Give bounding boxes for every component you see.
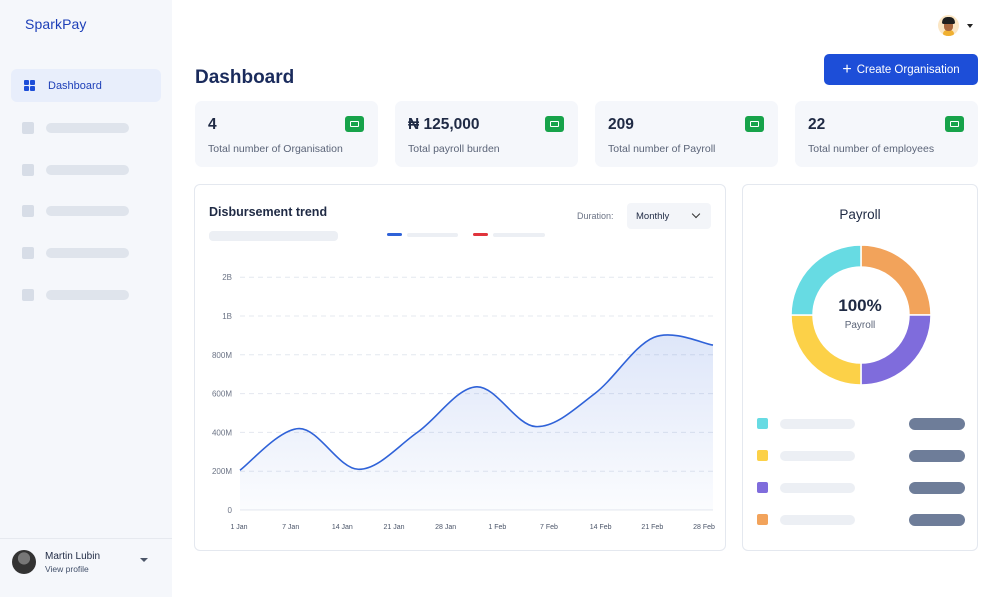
- y-tick-label: 2B: [222, 273, 232, 282]
- chart-title: Disbursement trend: [209, 205, 328, 219]
- duration-select[interactable]: Monthly: [627, 203, 711, 229]
- stat-value: 209: [608, 116, 634, 133]
- x-tick-label: 7 Jan: [282, 524, 299, 531]
- legend-swatch: [757, 514, 768, 525]
- page-title: Dashboard: [195, 67, 295, 88]
- legend-label-placeholder: [493, 233, 545, 237]
- legend-value-placeholder: [909, 418, 965, 430]
- duration-value: Monthly: [636, 211, 670, 222]
- placeholder-icon: [22, 122, 34, 134]
- x-tick-label: 7 Feb: [540, 524, 558, 531]
- y-tick-label: 0: [228, 506, 233, 515]
- sidebar-item-placeholder[interactable]: [22, 164, 130, 176]
- stat-value: ₦ 125,000: [408, 116, 480, 133]
- sidebar-item-label: Dashboard: [48, 79, 102, 92]
- stat-card-payroll-burden: ₦ 125,000 Total payroll burden: [395, 101, 578, 167]
- placeholder-icon: [22, 164, 34, 176]
- legend-swatch: [757, 418, 768, 429]
- stat-label: Total number of employees: [808, 143, 935, 155]
- profile-menu[interactable]: Martin Lubin View profile: [12, 549, 162, 577]
- briefcase-icon: [345, 116, 364, 132]
- legend-swatch-red: [473, 233, 488, 236]
- user-icon: [945, 116, 964, 132]
- y-tick-label: 200M: [212, 467, 232, 476]
- legend-item: [757, 482, 965, 494]
- dashboard-grid-icon: [24, 80, 35, 91]
- y-tick-label: 1B: [222, 312, 232, 321]
- legend-value-placeholder: [909, 450, 965, 462]
- legend-swatch: [757, 450, 768, 461]
- sidebar-item-dashboard[interactable]: Dashboard: [11, 69, 161, 102]
- legend-label-placeholder: [780, 515, 855, 525]
- document-icon: [745, 116, 764, 132]
- stat-card-employees: 22 Total number of employees: [795, 101, 978, 167]
- duration-label: Duration:: [577, 211, 614, 221]
- legend-label-placeholder: [780, 483, 855, 493]
- sidebar-item-placeholder[interactable]: [22, 205, 130, 217]
- y-tick-label: 400M: [212, 428, 232, 437]
- x-tick-label: 14 Jan: [332, 524, 353, 531]
- legend-item: [757, 514, 965, 526]
- x-tick-label: 1 Feb: [488, 524, 506, 531]
- legend-value-placeholder: [909, 514, 965, 526]
- create-organisation-label: Create Organisation: [856, 63, 960, 76]
- y-tick-label: 800M: [212, 351, 232, 360]
- legend-swatch-blue: [387, 233, 402, 236]
- legend-label-placeholder: [780, 419, 855, 429]
- placeholder-icon: [22, 205, 34, 217]
- sidebar-item-placeholder[interactable]: [22, 247, 130, 259]
- placeholder-label: [46, 165, 129, 175]
- placeholder-icon: [22, 247, 34, 259]
- placeholder-label: [46, 290, 129, 300]
- profile-name: Martin Lubin: [45, 551, 101, 562]
- sidebar-divider: [0, 538, 172, 539]
- avatar-hair: [942, 17, 955, 24]
- x-tick-label: 28 Jan: [435, 524, 456, 531]
- placeholder-label: [46, 206, 129, 216]
- legend-item: [757, 450, 965, 462]
- legend-value-placeholder: [909, 482, 965, 494]
- stat-label: Total payroll burden: [408, 143, 500, 155]
- stat-label: Total number of Payroll: [608, 143, 716, 155]
- plus-icon: +: [842, 60, 852, 78]
- legend-label-placeholder: [780, 451, 855, 461]
- x-tick-label: 1 Jan: [230, 524, 247, 531]
- user-avatar[interactable]: [938, 15, 959, 36]
- chevron-down-icon: [691, 209, 701, 219]
- placeholder-icon: [22, 289, 34, 301]
- legend-swatch: [757, 482, 768, 493]
- placeholder-label: [46, 248, 129, 258]
- avatar: [12, 550, 36, 574]
- x-tick-label: 21 Jan: [383, 524, 404, 531]
- stat-value: 4: [208, 116, 217, 133]
- x-tick-label: 28 Feb: [693, 524, 715, 531]
- chart-subtitle-placeholder: [209, 231, 338, 241]
- chevron-down-icon[interactable]: [140, 558, 148, 562]
- sidebar-item-placeholder[interactable]: [22, 289, 130, 301]
- x-tick-label: 14 Feb: [590, 524, 612, 531]
- chevron-down-icon[interactable]: [967, 24, 973, 28]
- legend-label-placeholder: [407, 233, 458, 237]
- sidebar: SparkPay Dashboard Martin Lubin View pro…: [0, 0, 172, 597]
- stat-card-organisations: 4 Total number of Organisation: [195, 101, 378, 167]
- disbursement-trend-panel: 0 200M 400M 600M 800M 1B 2B 1 Jan 7 Jan 14 Jan 21 …: [194, 184, 726, 551]
- create-organisation-button[interactable]: + Create Organisation: [824, 54, 978, 85]
- sidebar-item-placeholder[interactable]: [22, 122, 130, 134]
- y-tick-label: 600M: [212, 390, 232, 399]
- x-tick-label: 21 Feb: [641, 524, 663, 531]
- stat-label: Total number of Organisation: [208, 143, 343, 155]
- donut-center-value: 100%: [838, 296, 882, 315]
- stat-card-payroll-count: 209 Total number of Payroll: [595, 101, 778, 167]
- app-logo[interactable]: SparkPay: [25, 16, 87, 32]
- series-area: [240, 334, 713, 510]
- placeholder-label: [46, 123, 129, 133]
- legend-item: [757, 418, 965, 430]
- donut-center-label: Payroll: [844, 320, 876, 331]
- payroll-panel: Payroll 100% Payroll: [742, 184, 978, 551]
- payroll-donut-chart: [790, 244, 932, 385]
- stat-value: 22: [808, 116, 826, 133]
- view-profile-link[interactable]: View profile: [45, 564, 89, 574]
- wallet-icon: [545, 116, 564, 132]
